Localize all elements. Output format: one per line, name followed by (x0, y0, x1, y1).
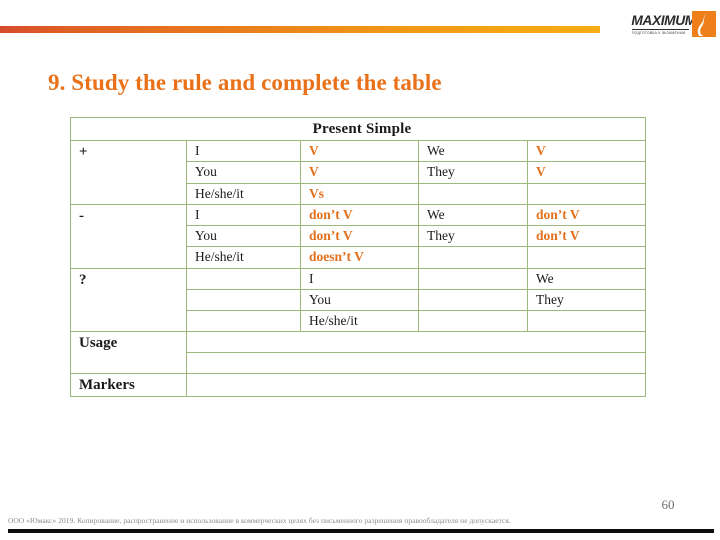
footer-rule (8, 529, 714, 533)
cell-form: don’t V (526, 225, 647, 248)
negative-sign-cell: - (70, 203, 187, 269)
cell-form: V (526, 161, 647, 184)
cell-aux-blank[interactable] (186, 288, 301, 312)
maximum-logo: MAXIMUM ПОДГОТОВКА К ЭКЗАМЕНАМ (631, 11, 716, 43)
logo-tagline: ПОДГОТОВКА К ЭКЗАМЕНАМ (632, 31, 686, 35)
usage-row: Usage (70, 331, 647, 375)
cell-form-empty (526, 182, 647, 205)
markers-row: Markers (70, 373, 647, 398)
cell-subject: You (186, 225, 301, 248)
page-title: 9. Study the rule and complete the table (48, 70, 442, 95)
copyright-notice: ООО «Юмакс» 2019. Копирование, распростр… (8, 516, 511, 525)
cell-subject: We (526, 267, 647, 290)
cell-form: don’t V (526, 203, 647, 227)
cell-form: don’t V (300, 203, 419, 227)
cell-form: V (300, 161, 419, 184)
cell-subject-empty (418, 246, 528, 269)
cell-form: doesn’t V (300, 246, 419, 269)
cell-subject: We (418, 140, 528, 163)
cell-aux-blank[interactable] (186, 309, 301, 333)
table-row: + I V We V (70, 140, 647, 205)
table-title-cell: Present Simple (69, 116, 647, 142)
affirmative-sign-cell: + (70, 140, 187, 205)
cell-subject: They (418, 161, 528, 184)
cell-subject: He/she/it (186, 182, 301, 205)
cell-aux-blank[interactable] (418, 288, 528, 312)
table-header-row: Present Simple (69, 116, 647, 142)
cell-aux-blank[interactable] (418, 267, 528, 290)
logo-wordmark: MAXIMUM (631, 13, 696, 28)
cell-subject: He/she/it (186, 246, 301, 269)
present-simple-table: Present Simple + I V We V You V They V H… (69, 116, 647, 398)
cell-subject: We (418, 203, 528, 227)
slide-header: MAXIMUM ПОДГОТОВКА К ЭКЗАМЕНАМ (0, 0, 720, 56)
markers-blank-cell[interactable] (185, 373, 647, 398)
table-row: - I don’t V We don’t V (70, 203, 647, 269)
usage-blank-cell[interactable] (185, 331, 647, 354)
cell-form: V (300, 140, 419, 163)
header-accent-rule (0, 26, 600, 33)
cell-form: V (526, 140, 647, 163)
cell-form: don’t V (300, 225, 419, 248)
maximum-flame-mark-icon (692, 11, 716, 37)
cell-aux-blank[interactable] (186, 267, 301, 290)
cell-subject: He/she/it (300, 309, 419, 333)
cell-subject: You (300, 288, 419, 312)
cell-subject: You (186, 161, 301, 184)
cell-form-empty (526, 246, 647, 269)
usage-blank-cell[interactable] (185, 352, 647, 375)
cell-aux-blank[interactable] (418, 309, 528, 333)
cell-subject: They (526, 288, 647, 312)
table-row: ? I We (70, 267, 647, 333)
usage-label-cell: Usage (70, 331, 187, 375)
markers-label-cell: Markers (70, 373, 187, 398)
cell-subject-empty (526, 309, 647, 333)
question-sign-cell: ? (70, 267, 187, 333)
cell-subject: I (186, 203, 301, 227)
cell-subject: I (300, 267, 419, 290)
cell-subject: They (418, 225, 528, 248)
cell-subject: I (186, 140, 301, 163)
cell-subject-empty (418, 182, 528, 205)
cell-form: Vs (300, 182, 419, 205)
page-number: 60 (661, 497, 675, 512)
